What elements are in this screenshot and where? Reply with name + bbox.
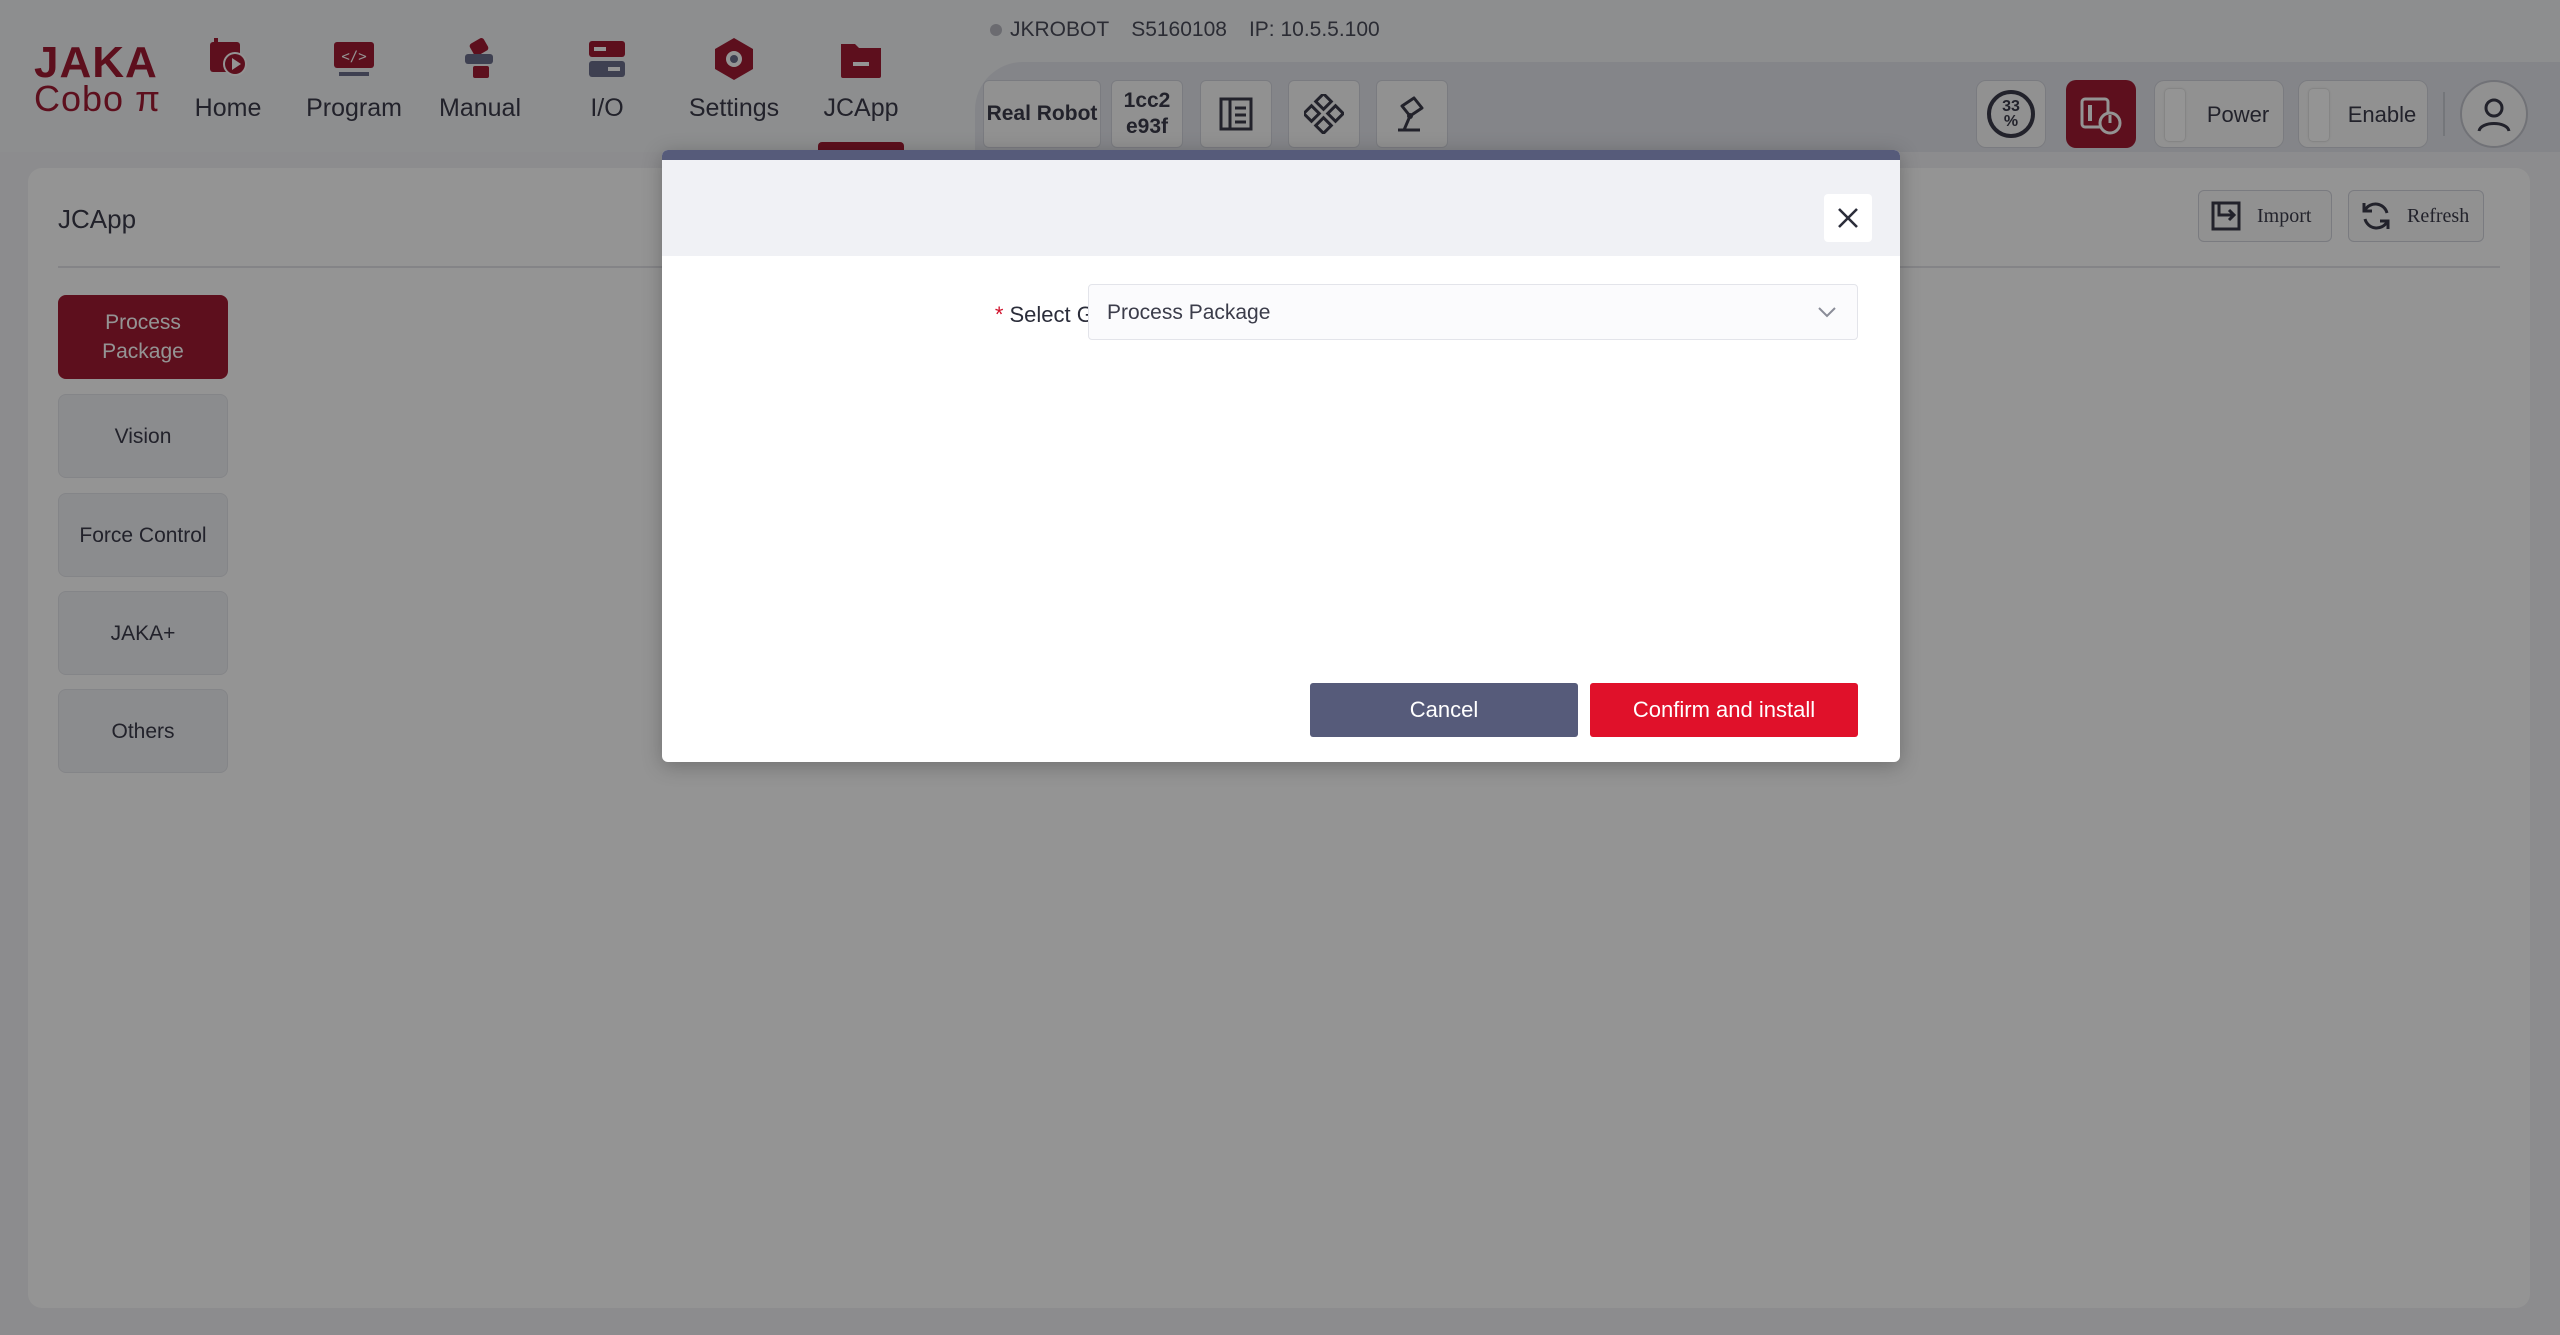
dialog-accent-bar (662, 150, 1900, 160)
cancel-button[interactable]: Cancel (1310, 683, 1578, 737)
group-select-value: Process Package (1107, 301, 1271, 324)
confirm-install-button[interactable]: Confirm and install (1590, 683, 1858, 737)
confirm-label: Confirm and install (1632, 697, 1816, 722)
group-select[interactable]: Process Package (1088, 284, 1858, 340)
dialog-header (662, 160, 1900, 256)
required-mark: * (994, 302, 1004, 327)
install-dialog: *Select Group: Process Package Cancel Co… (662, 150, 1900, 762)
chevron-down-icon (1818, 307, 1836, 318)
dialog-close-button[interactable] (1824, 194, 1872, 242)
cancel-label: Cancel (1409, 697, 1479, 722)
close-icon (1838, 208, 1858, 228)
